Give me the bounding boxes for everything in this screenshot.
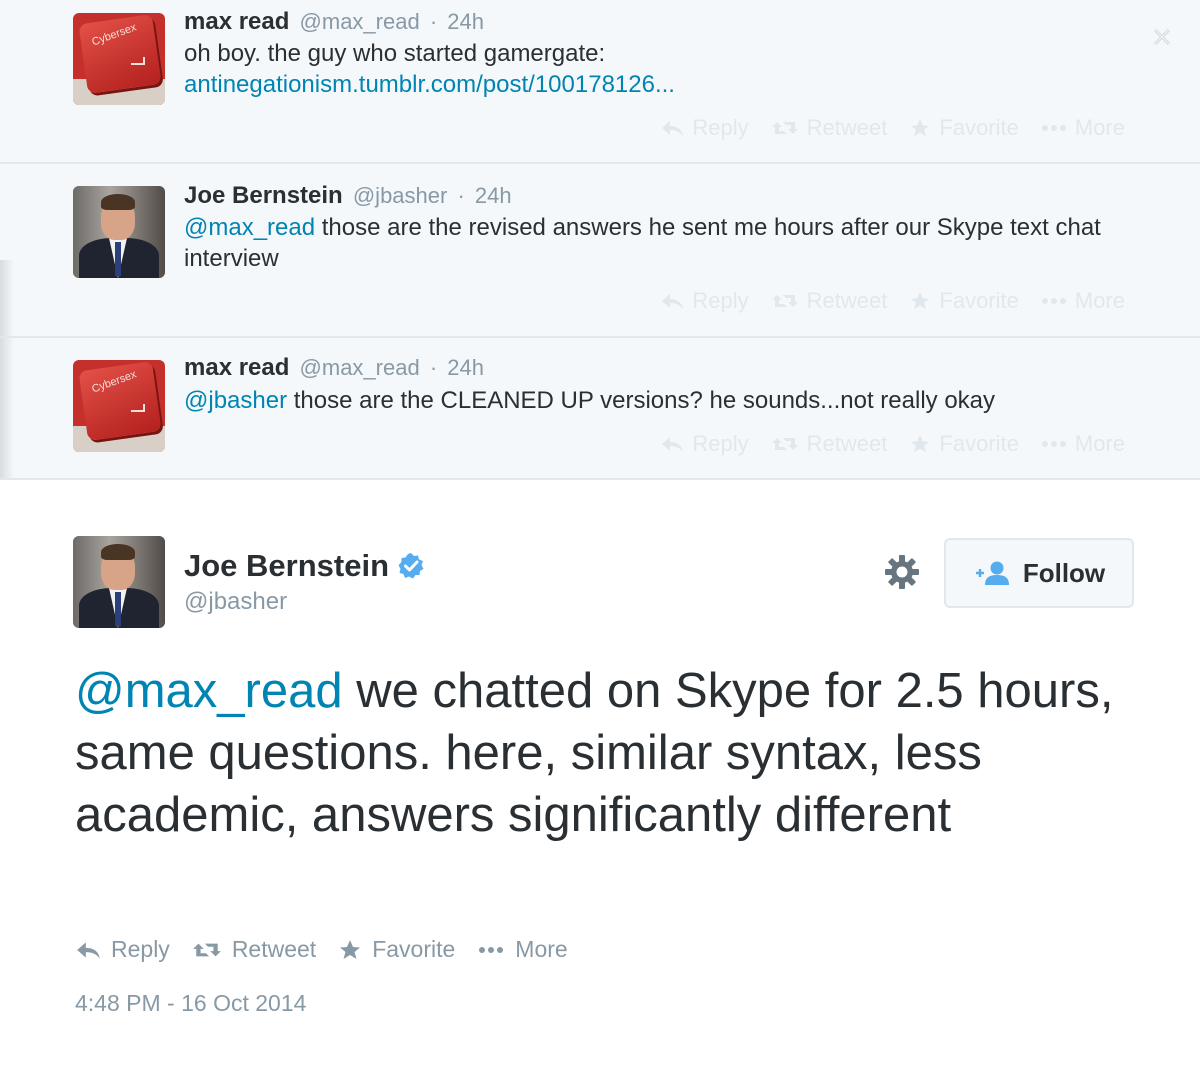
tweet-time[interactable]: 24h <box>447 9 484 34</box>
reply-icon <box>662 294 684 309</box>
favorite-button[interactable]: Favorite <box>338 936 455 963</box>
thread-tweet-3[interactable]: Cybersex max read @max_read · 24h @jbash… <box>0 338 1200 478</box>
tweet-body: oh boy. the guy who started gamergate: <box>184 40 606 67</box>
retweet-icon <box>771 122 798 134</box>
more-button[interactable]: More <box>1041 288 1125 314</box>
avatar[interactable] <box>73 186 165 278</box>
tweet-actions: Reply Retweet Favorite More <box>660 288 1125 314</box>
tweet-body: those are the revised answers he sent me… <box>184 214 1101 272</box>
retweet-button[interactable]: Retweet <box>771 115 887 141</box>
tweet-body: those are the CLEANED UP versions? he so… <box>287 387 996 414</box>
verified-badge-icon <box>398 553 424 579</box>
tweet-text: @max_read those are the revised answers … <box>184 212 1104 274</box>
author-name[interactable]: max read <box>184 8 289 35</box>
retweet-button[interactable]: Retweet <box>192 936 316 963</box>
more-dots-icon <box>1041 125 1066 131</box>
retweet-icon <box>771 295 798 307</box>
main-author-name[interactable]: Joe Bernstein <box>184 548 389 584</box>
author-handle[interactable]: @max_read <box>300 355 420 380</box>
mention-link[interactable]: @jbasher <box>184 387 287 414</box>
main-author-handle[interactable]: @jbasher <box>184 588 287 616</box>
author-handle[interactable]: @max_read <box>300 9 420 34</box>
tweet-text: @jbasher those are the CLEANED UP versio… <box>184 385 1134 416</box>
more-button[interactable]: More <box>1041 115 1125 141</box>
reply-button[interactable]: Reply <box>75 936 170 963</box>
retweet-button[interactable]: Retweet <box>771 288 887 314</box>
star-icon <box>911 118 930 137</box>
tweet-time[interactable]: 24h <box>475 183 512 208</box>
favorite-button[interactable]: Favorite <box>909 431 1019 457</box>
star-icon <box>911 291 930 310</box>
avatar[interactable]: Cybersex <box>73 360 165 452</box>
mention-link[interactable]: @max_read <box>184 214 315 241</box>
favorite-button[interactable]: Favorite <box>909 288 1019 314</box>
tweet-header: max read @max_read · 24h <box>184 354 484 381</box>
favorite-button[interactable]: Favorite <box>909 115 1019 141</box>
reply-icon <box>662 121 684 136</box>
tweet-actions: Reply Retweet Favorite More <box>660 431 1125 457</box>
tweet-text: oh boy. the guy who started gamergate: a… <box>184 38 1134 100</box>
reply-button[interactable]: Reply <box>660 115 749 141</box>
main-author-name-row[interactable]: Joe Bernstein <box>184 548 425 584</box>
tweet-header: max read @max_read · 24h <box>184 8 484 35</box>
thread-tweet-1[interactable]: Cybersex max read @max_read · 24h oh boy… <box>0 0 1200 163</box>
gear-icon[interactable] <box>884 554 920 590</box>
author-name[interactable]: Joe Bernstein <box>184 182 343 209</box>
tweet-timestamp[interactable]: 4:48 PM - 16 Oct 2014 <box>75 990 306 1017</box>
more-dots-icon <box>1041 441 1066 447</box>
tweet-actions: Reply Retweet Favorite More <box>660 115 1125 141</box>
author-name[interactable]: max read <box>184 354 289 381</box>
main-tweet-text: @max_read we chatted on Skype for 2.5 ho… <box>75 660 1155 846</box>
author-handle[interactable]: @jbasher <box>353 183 448 208</box>
tweet-link[interactable]: antinegationism.tumblr.com/post/10017812… <box>184 71 675 98</box>
avatar[interactable]: Cybersex <box>73 13 165 105</box>
reply-button[interactable]: Reply <box>660 288 749 314</box>
tweet-time[interactable]: 24h <box>447 355 484 380</box>
thread-bottom-divider <box>0 478 1200 480</box>
star-icon <box>340 939 361 959</box>
retweet-icon <box>192 943 221 956</box>
follow-label: Follow <box>1022 557 1106 588</box>
reply-icon <box>662 437 684 452</box>
thread-tweet-2[interactable]: Joe Bernstein @jbasher · 24h @max_read t… <box>0 164 1200 336</box>
add-user-icon <box>975 561 1009 585</box>
mention-link[interactable]: @max_read <box>75 664 343 718</box>
more-button[interactable]: More <box>477 936 568 963</box>
more-dots-icon <box>479 946 504 953</box>
reply-icon <box>77 941 100 959</box>
main-tweet-actions: Reply Retweet Favorite More <box>75 936 568 963</box>
conversation-thread: Cybersex max read @max_read · 24h oh boy… <box>0 0 1200 480</box>
more-dots-icon <box>1041 298 1066 304</box>
retweet-icon <box>771 438 798 450</box>
main-avatar[interactable] <box>73 536 165 628</box>
reply-button[interactable]: Reply <box>660 431 749 457</box>
retweet-button[interactable]: Retweet <box>771 431 887 457</box>
star-icon <box>911 434 930 453</box>
follow-button[interactable]: Follow <box>944 538 1134 608</box>
tweet-header: Joe Bernstein @jbasher · 24h <box>184 182 512 209</box>
more-button[interactable]: More <box>1041 431 1125 457</box>
